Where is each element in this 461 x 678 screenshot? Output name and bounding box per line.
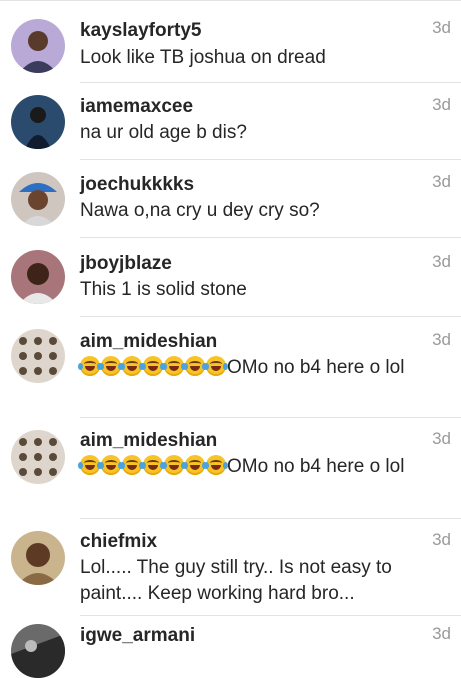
avatar[interactable] — [11, 531, 65, 585]
comment-item: chiefmix 3d Lol..... The guy still try..… — [0, 519, 461, 616]
laughing-emoji-icon — [183, 455, 207, 475]
laughing-emoji-icon — [204, 356, 228, 376]
comment-timestamp: 3d — [432, 252, 451, 271]
comment-text: OMo no b4 here o lol — [78, 454, 450, 480]
avatar[interactable] — [11, 430, 65, 484]
comment-timestamp: 3d — [432, 429, 451, 448]
avatar[interactable] — [11, 250, 65, 304]
comment-username[interactable]: chiefmix — [80, 531, 157, 553]
laughing-emoji-icon — [204, 455, 228, 475]
laughing-emoji-icon — [99, 455, 123, 475]
laughing-emoji-icon — [141, 356, 165, 376]
laughing-emoji-icon — [78, 356, 102, 376]
comment-timestamp: 3d — [432, 172, 451, 191]
comment-text: Lol..... The guy still try.. Is not easy… — [80, 557, 392, 604]
comment-username[interactable]: igwe_armani — [80, 625, 195, 647]
comment-username[interactable]: joechukkkks — [80, 174, 194, 196]
comment-text-body: OMo no b4 here o lol — [227, 456, 405, 477]
laughing-emoji-icon — [162, 356, 186, 376]
comment-username[interactable]: kayslayforty5 — [80, 20, 201, 42]
laughing-emoji-icon — [120, 455, 144, 475]
comment-timestamp: 3d — [432, 530, 451, 549]
laughing-emoji-icon — [78, 455, 102, 475]
comment-username[interactable]: aim_mideshian — [80, 331, 217, 353]
comment-username[interactable]: iamemaxcee — [80, 96, 193, 118]
comment-username[interactable]: aim_mideshian — [80, 430, 217, 452]
laughing-emoji-icon — [120, 356, 144, 376]
laughing-emoji-icon — [183, 356, 207, 376]
comment-text: This 1 is solid stone — [80, 279, 247, 300]
comment-text: na ur old age b dis? — [80, 122, 247, 143]
comment-text: Look like TB joshua on dread — [80, 47, 326, 68]
comment-timestamp: 3d — [432, 330, 451, 349]
laughing-emoji-icon — [99, 356, 123, 376]
comment-item: aim_mideshian 3d OMo no b4 here o lol — [0, 317, 461, 418]
comment-item: jboyjblaze 3d This 1 is solid stone — [0, 238, 461, 317]
comment-timestamp: 3d — [432, 18, 451, 37]
comment-item: igwe_armani 3d — [0, 616, 461, 678]
comment-item: iamemaxcee 3d na ur old age b dis? — [0, 83, 461, 160]
avatar[interactable] — [11, 95, 65, 149]
comment-username[interactable]: jboyjblaze — [80, 253, 172, 275]
avatar[interactable] — [11, 172, 65, 226]
comment-text: Nawa o,na cry u dey cry so? — [80, 200, 320, 221]
comment-item: kayslayforty5 3d Look like TB joshua on … — [0, 0, 461, 83]
comment-text-body: OMo no b4 here o lol — [227, 357, 405, 378]
comment-timestamp: 3d — [432, 624, 451, 643]
avatar[interactable] — [11, 624, 65, 678]
avatar[interactable] — [11, 19, 65, 73]
comment-timestamp: 3d — [432, 95, 451, 114]
laughing-emoji-icon — [162, 455, 186, 475]
comment-text: OMo no b4 here o lol — [78, 355, 450, 381]
comment-item: joechukkkks 3d Nawa o,na cry u dey cry s… — [0, 160, 461, 238]
laughing-emoji-icon — [141, 455, 165, 475]
avatar[interactable] — [11, 329, 65, 383]
comment-item: aim_mideshian 3d OMo no b4 here o lol — [0, 418, 461, 519]
